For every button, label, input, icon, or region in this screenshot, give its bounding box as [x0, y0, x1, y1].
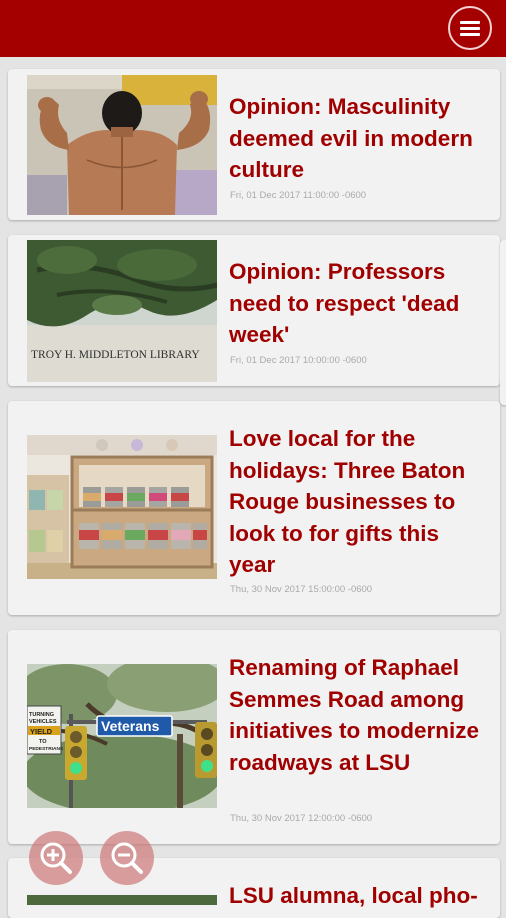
hamburger-menu-icon: [460, 18, 480, 39]
article-thumbnail: [27, 895, 217, 905]
yield-sign-line-3: YIELD: [30, 727, 53, 736]
yield-sign-line-5: PEDESTRIANS: [29, 746, 64, 752]
street-sign-text: Veterans: [101, 718, 160, 734]
article-date: Fri, 01 Dec 2017 11:00:00 -0600: [230, 190, 367, 201]
article-date: Thu, 30 Nov 2017 15:00:00 -0600: [230, 584, 373, 595]
side-drawer-edge: [500, 240, 506, 405]
yield-sign-line-1: TURNING: [29, 712, 54, 718]
library-sign-text: TROY H. MIDDLETON LIBRARY: [31, 349, 200, 361]
article-card[interactable]: LSU alumna, local pho-: [8, 858, 500, 918]
yield-sign-line-2: VEHICLES: [29, 719, 57, 725]
article-card[interactable]: Veterans TURNING VEHICLES YIELD TO PEDES…: [8, 630, 500, 844]
zoom-in-button[interactable]: [29, 831, 83, 885]
article-thumbnail: [27, 435, 217, 579]
article-thumbnail: TROY H. MIDDLETON LIBRARY: [27, 240, 217, 382]
article-title[interactable]: LSU alumna, local pho-: [229, 880, 486, 912]
zoom-out-icon: [111, 842, 143, 874]
article-title[interactable]: Renaming of Raphael Semmes Road among in…: [229, 652, 486, 778]
zoom-in-icon: [40, 842, 72, 874]
article-card[interactable]: Love local for the holidays: Three Baton…: [8, 401, 500, 615]
article-date: Fri, 01 Dec 2017 10:00:00 -0600: [230, 355, 367, 366]
zoom-out-button[interactable]: [100, 831, 154, 885]
article-title[interactable]: Opinion: Professors need to respect 'dea…: [229, 256, 486, 351]
article-title[interactable]: Love local for the holidays: Three Baton…: [229, 423, 486, 581]
article-card[interactable]: Opinion: Masculinity deemed evil in mode…: [8, 69, 500, 220]
menu-button[interactable]: [448, 6, 492, 50]
app-header: [0, 0, 506, 57]
article-card[interactable]: TROY H. MIDDLETON LIBRARY Opinion: Profe…: [8, 235, 500, 386]
article-title[interactable]: Opinion: Masculinity deemed evil in mode…: [229, 91, 486, 186]
article-thumbnail: [27, 75, 217, 215]
yield-sign-line-4: TO: [39, 739, 47, 745]
article-date: Thu, 30 Nov 2017 12:00:00 -0600: [230, 813, 373, 824]
article-thumbnail: Veterans TURNING VEHICLES YIELD TO PEDES…: [27, 664, 217, 808]
